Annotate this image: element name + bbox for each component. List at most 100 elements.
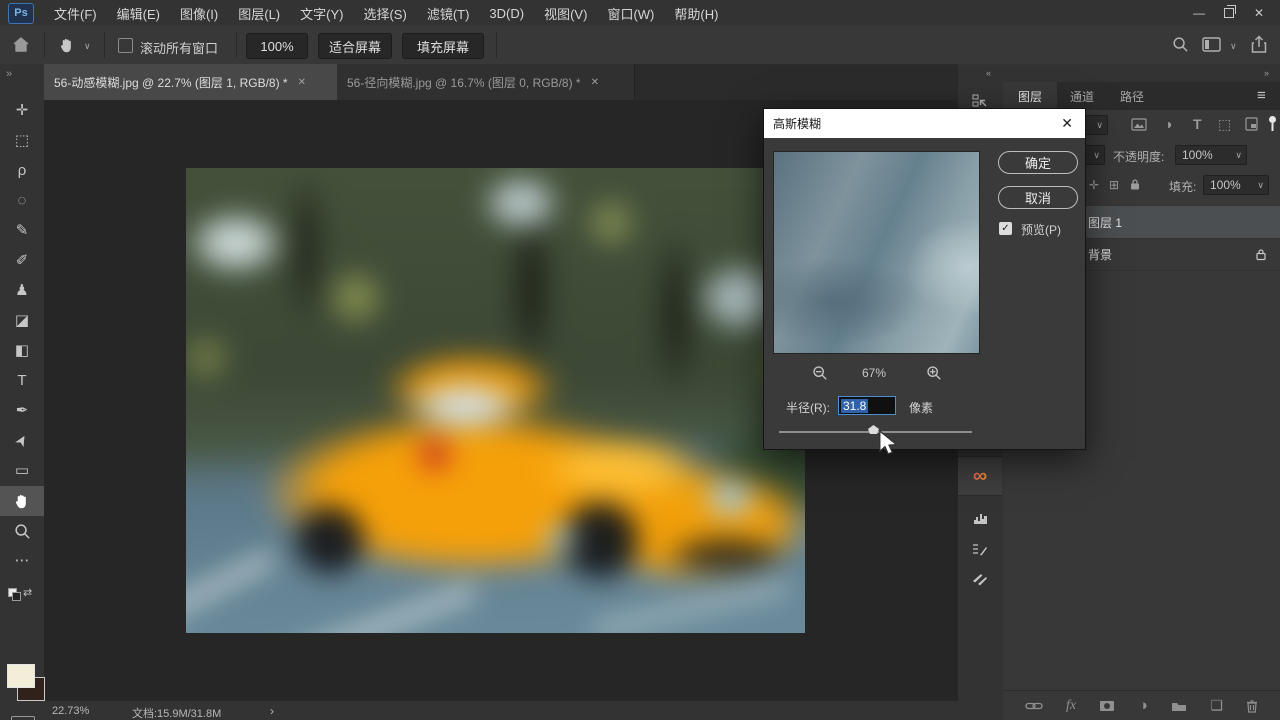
path-selection-tool[interactable]: ➤ xyxy=(0,426,44,456)
fill-screen-button[interactable]: 填充屏幕 xyxy=(402,33,484,59)
new-layer-icon[interactable]: ❏ xyxy=(1210,697,1223,714)
menu-bar: Ps 文件(F) 编辑(E) 图像(I) 图层(L) 文字(Y) 选择(S) 滤… xyxy=(0,0,1280,27)
menu-help[interactable]: 帮助(H) xyxy=(664,4,728,23)
libraries-panel-button[interactable]: ∞ xyxy=(958,456,1002,496)
chevron-down-icon[interactable]: ∨ xyxy=(84,41,91,52)
move-tool[interactable]: ✛ xyxy=(0,96,44,126)
search-icon[interactable] xyxy=(1172,36,1189,53)
panel-menu-icon[interactable]: ≡ xyxy=(1257,87,1266,104)
tab-layers[interactable]: 图层 xyxy=(1003,82,1057,110)
menu-window[interactable]: 窗口(W) xyxy=(597,4,664,23)
chevron-down-icon[interactable]: ∨ xyxy=(1230,41,1237,52)
layer-lock-icon xyxy=(1256,248,1266,261)
hand-icon xyxy=(13,492,31,510)
more-tools-button[interactable]: ⋯ xyxy=(0,546,44,576)
new-adjustment-layer-icon[interactable]: ◑ xyxy=(1139,697,1148,714)
collapse-dock-icon[interactable]: « xyxy=(986,68,991,78)
home-icon[interactable] xyxy=(12,36,30,53)
delete-layer-icon[interactable] xyxy=(1246,699,1258,713)
minimize-button[interactable]: — xyxy=(1184,6,1214,20)
link-layers-icon[interactable] xyxy=(1025,701,1043,711)
hand-tool[interactable] xyxy=(0,486,44,516)
close-tab-icon[interactable]: ✕ xyxy=(298,77,306,88)
lock-position-icon[interactable]: ✛ xyxy=(1089,178,1099,192)
lasso-tool[interactable]: ρ xyxy=(0,156,44,186)
filter-adjustment-layers-icon[interactable]: ◑ xyxy=(1164,116,1172,132)
rectangle-tool[interactable]: ▭ xyxy=(0,456,44,486)
hand-tool-icon[interactable] xyxy=(58,36,76,54)
histogram-panel-button[interactable] xyxy=(958,502,1002,534)
ok-button[interactable]: 确定 xyxy=(998,151,1078,174)
default-swatches-icon[interactable] xyxy=(8,588,17,597)
pen-tool[interactable]: ✒ xyxy=(0,396,44,426)
gradient-tool[interactable]: ◧ xyxy=(0,336,44,366)
filter-pixel-layers-icon[interactable] xyxy=(1131,118,1147,131)
status-expand-icon[interactable]: › xyxy=(270,704,274,718)
document-tab-active[interactable]: 56-动感模糊.jpg @ 22.7% (图层 1, RGB/8) * ✕ xyxy=(44,64,337,100)
filter-toggle-pin-icon[interactable] xyxy=(1268,115,1277,132)
menu-select[interactable]: 选择(S) xyxy=(353,4,416,23)
filter-shape-layers-icon[interactable]: ⬚ xyxy=(1218,116,1231,133)
quick-mask-mode-button[interactable] xyxy=(11,716,35,720)
document-tab-inactive[interactable]: 56-径向模糊.jpg @ 16.7% (图层 0, RGB/8) * ✕ xyxy=(337,64,635,100)
collapse-dock-icon[interactable]: » xyxy=(1264,68,1269,78)
rectangular-marquee-tool[interactable]: ⬚ xyxy=(0,126,44,156)
menu-edit[interactable]: 编辑(E) xyxy=(107,4,170,23)
layer-name[interactable]: 图层 1 xyxy=(1088,214,1122,231)
dialog-title-bar[interactable]: 高斯模糊 ✕ xyxy=(764,109,1085,138)
eraser-tool[interactable]: ◪ xyxy=(0,306,44,336)
share-icon[interactable] xyxy=(1250,35,1268,54)
radius-input[interactable]: 31.8 xyxy=(838,396,896,415)
rectangle-icon: ▭ xyxy=(15,456,29,486)
zoom-out-icon[interactable] xyxy=(812,365,828,381)
quick-selection-tool[interactable]: ◌ xyxy=(0,186,44,216)
foreground-color-swatch[interactable] xyxy=(7,664,35,688)
add-layer-mask-icon[interactable] xyxy=(1099,700,1115,712)
menu-view[interactable]: 视图(V) xyxy=(534,4,597,23)
fill-value-dropdown[interactable]: 100% ∨ xyxy=(1203,175,1269,195)
opacity-value: 100% xyxy=(1182,148,1213,162)
menu-layer[interactable]: 图层(L) xyxy=(228,4,290,23)
menu-filter[interactable]: 滤镜(T) xyxy=(417,4,480,23)
brushes-panel-button[interactable] xyxy=(958,564,1002,594)
new-group-icon[interactable] xyxy=(1171,700,1187,712)
clone-stamp-tool[interactable]: ♟ xyxy=(0,276,44,306)
blur-preview-thumbnail[interactable] xyxy=(773,151,980,354)
eyedropper-tool[interactable]: ✎ xyxy=(0,216,44,246)
menu-type[interactable]: 文字(Y) xyxy=(290,4,353,23)
toolbar-collapse-icon[interactable]: » xyxy=(6,68,12,80)
document-image-blurred-car[interactable] xyxy=(186,168,805,633)
menu-image[interactable]: 图像(I) xyxy=(170,4,228,23)
dialog-close-icon[interactable]: ✕ xyxy=(1061,115,1073,132)
lock-all-icon[interactable] xyxy=(1130,178,1140,191)
zoom-level[interactable]: 22.73% xyxy=(52,705,89,717)
tab-paths[interactable]: 路径 xyxy=(1107,82,1157,110)
scroll-all-windows-checkbox[interactable] xyxy=(118,38,133,53)
brush-settings-panel-button[interactable] xyxy=(958,534,1002,564)
type-tool[interactable]: T xyxy=(0,366,44,396)
restore-button[interactable] xyxy=(1214,6,1244,20)
lock-artboard-icon[interactable]: ⊞ xyxy=(1109,178,1119,192)
brush-icon: ✐ xyxy=(16,246,29,276)
preview-checkbox[interactable]: ✓ xyxy=(999,222,1012,235)
workspace-switcher-icon[interactable] xyxy=(1202,37,1221,52)
zoom-in-icon[interactable] xyxy=(926,365,942,381)
close-button[interactable]: ✕ xyxy=(1244,6,1274,20)
brush-tool[interactable]: ✐ xyxy=(0,246,44,276)
swap-swatches-icon[interactable]: ⇄ xyxy=(23,586,32,599)
fit-screen-button[interactable]: 适合屏幕 xyxy=(318,33,392,59)
filter-type-layers-icon[interactable]: T xyxy=(1193,116,1202,132)
zoom-tool[interactable] xyxy=(0,516,44,546)
opacity-value-dropdown[interactable]: 100% ∨ xyxy=(1175,145,1247,165)
layer-name[interactable]: 背景 xyxy=(1088,246,1256,263)
tools-panel: » ✛ ⬚ ρ ◌ ✎ ✐ ♟ ◪ ◧ T ✒ ➤ ▭ ⋯ ⇄ xyxy=(0,64,45,720)
menu-3d[interactable]: 3D(D) xyxy=(479,6,534,21)
zoom-100-button[interactable]: 100% xyxy=(246,33,308,59)
menu-file[interactable]: 文件(F) xyxy=(44,4,107,23)
layer-style-icon[interactable]: fx xyxy=(1066,698,1076,714)
blurred-photo xyxy=(186,168,805,633)
filter-smart-objects-icon[interactable] xyxy=(1245,117,1258,131)
cancel-button[interactable]: 取消 xyxy=(998,186,1078,209)
close-tab-icon[interactable]: ✕ xyxy=(591,77,599,88)
tab-channels[interactable]: 通道 xyxy=(1057,82,1107,110)
